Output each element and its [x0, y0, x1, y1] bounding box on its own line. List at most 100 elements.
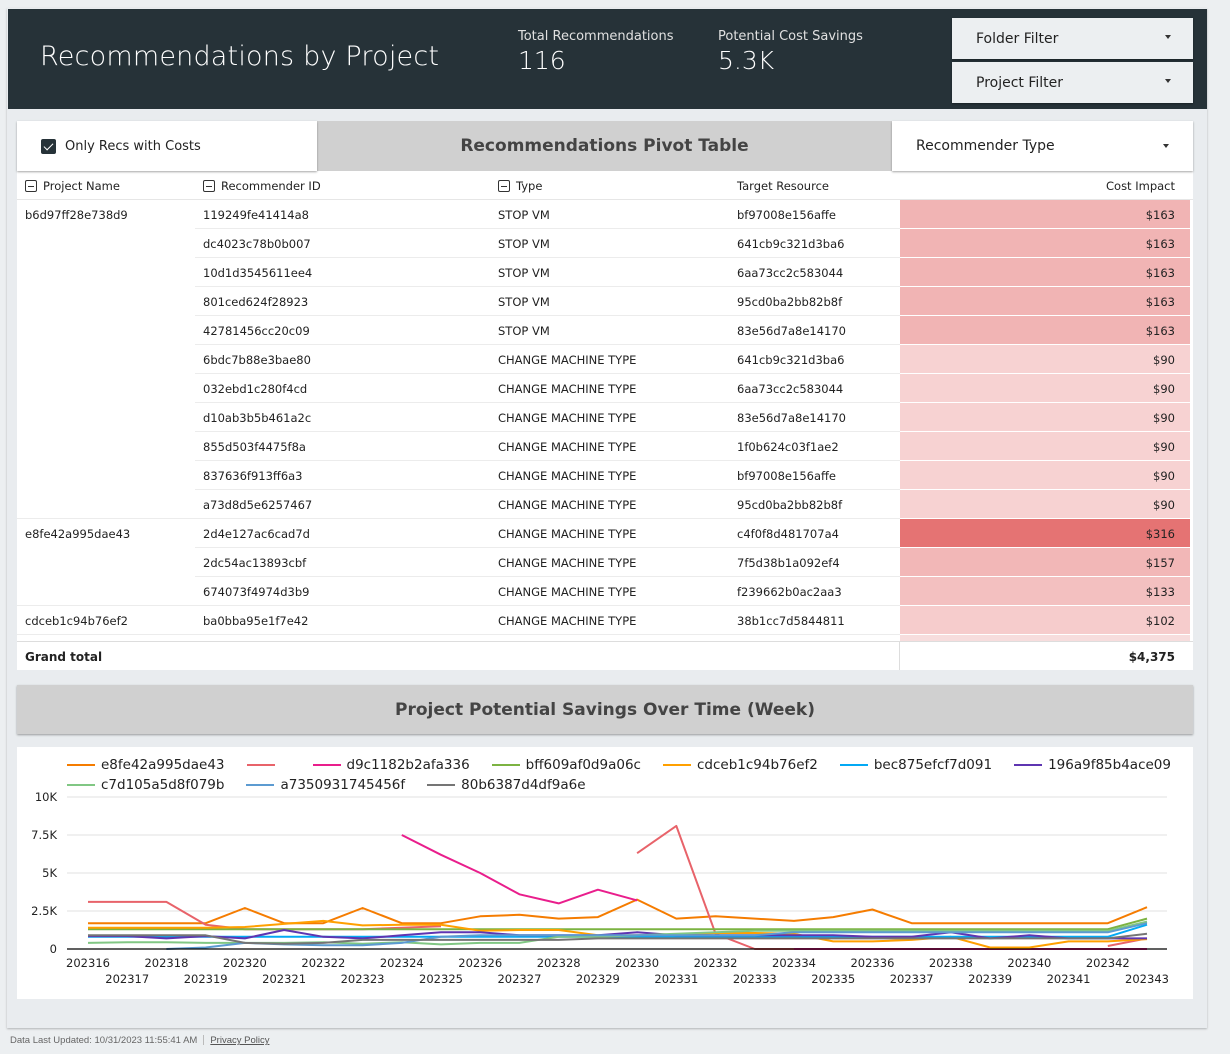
recommender-type-dropdown[interactable]: Recommender Type	[892, 121, 1193, 171]
column-label: Cost Impact	[1106, 179, 1175, 193]
target-resource-cell: 7f5d38b1a092ef4	[737, 556, 840, 570]
type-cell: CHANGE MACHINE TYPE	[498, 440, 637, 454]
pivot-table-panel: Only Recs with Costs Recommendations Piv…	[17, 121, 1193, 670]
only-recs-with-costs-checkbox[interactable]: Only Recs with Costs	[17, 121, 317, 171]
column-header-type[interactable]: Type	[498, 179, 542, 193]
table-row[interactable]: dc4023c78b0b007 STOP VM 641cb9c321d3ba6 $16…	[17, 229, 1193, 258]
y-tick-label: 2.5K	[31, 904, 57, 918]
checkbox-label: Only Recs with Costs	[65, 138, 201, 154]
y-tick-label: 7.5K	[31, 828, 57, 842]
table-row[interactable]: cdceb1c94b76ef2 ba0bba95e1f7e42 CHANGE MAC…	[17, 606, 1193, 635]
x-tick-label: 202327	[497, 972, 541, 986]
target-resource-cell: bf97008e156affe	[737, 469, 837, 483]
type-cell: CHANGE MACHINE TYPE	[498, 411, 637, 425]
table-row[interactable]: 6bdc7b88e3bae80 CHANGE MACHINE TYPE 641cb9…	[17, 345, 1193, 374]
column-header-cost-impact[interactable]: Cost Impact	[1106, 179, 1175, 193]
cost-impact-cell: $163	[900, 258, 1190, 286]
table-row[interactable]: 837636f913ff6a3 CHANGE MACHINE TYPE bf9700…	[17, 461, 1193, 490]
x-tick-label: 202336	[850, 956, 894, 970]
column-header-target-resource[interactable]: Target Resource	[737, 179, 829, 193]
caret-down-icon	[1165, 35, 1171, 39]
table-row[interactable]: 10d1d3545611ee4 STOP VM 6aa73cc2c583044 $16…	[17, 258, 1193, 287]
column-label: Project Name	[43, 179, 120, 193]
collapse-icon[interactable]	[203, 180, 215, 192]
chart-svg: 0 2.5K 5K 7.5K 10K 202316 202317 202318 202319 20…	[31, 790, 1169, 986]
kpi-label: Total Recommendations	[518, 29, 674, 44]
cost-impact-cell: $90	[900, 461, 1190, 489]
column-header-recommender-id[interactable]: Recommender ID	[203, 179, 321, 193]
recommender-id-cell: 032ebd1c280f4cd	[203, 382, 308, 396]
checkbox-checked-icon[interactable]	[41, 138, 56, 154]
x-tick-label: 202328	[537, 956, 581, 970]
pivot-toolbar: Only Recs with Costs Recommendations Piv…	[17, 121, 1193, 171]
collapse-icon[interactable]	[498, 180, 510, 192]
caret-down-icon	[1165, 79, 1171, 83]
table-row[interactable]: d10ab3b5b461a2c CHANGE MACHINE TYPE 83e56d…	[17, 403, 1193, 432]
table-row[interactable]: 2dc54ac13893cbf CHANGE MACHINE TYPE 7f5d38…	[17, 548, 1193, 577]
target-resource-cell: 6aa73cc2c583044	[737, 266, 844, 280]
x-tick-label: 202334	[772, 956, 816, 970]
y-tick-label: 0	[50, 942, 57, 956]
column-label: Recommender ID	[221, 179, 321, 193]
column-label: Type	[516, 179, 543, 193]
x-tick-label: 202335	[811, 972, 855, 986]
column-divider	[899, 642, 900, 670]
footer-divider	[203, 1035, 205, 1046]
x-tick-label: 202331	[654, 972, 698, 986]
cost-impact-cell: $316	[900, 519, 1190, 547]
project-name-cell: cdceb1c94b76ef2	[25, 614, 128, 628]
target-resource-cell: 95cd0ba2bb82b8f	[737, 498, 843, 512]
cost-impact-cell: $90	[900, 374, 1190, 402]
cost-impact-cell: $157	[900, 548, 1190, 576]
table-row[interactable]: 801ced624f28923 STOP VM 95cd0ba2bb82b8f $16…	[17, 287, 1193, 316]
table-row[interactable]: 855d503f4475f8a CHANGE MACHINE TYPE 1f0b62…	[17, 432, 1193, 461]
x-tick-label: 202318	[144, 956, 188, 970]
recommender-id-cell: a73d8d5e6257467	[203, 498, 313, 512]
recommender-id-cell: 119249fe41414a8	[203, 208, 309, 222]
x-tick-label: 202341	[1047, 972, 1091, 986]
x-tick-label: 202326	[458, 956, 502, 970]
recommender-id-cell: 42781456cc20c09	[203, 324, 310, 338]
table-row[interactable]: b6d97ff28e738d9 119249fe41414a8 STOP VM bf9…	[17, 200, 1193, 229]
x-tick-label: 202342	[1086, 956, 1130, 970]
row-divider	[17, 634, 900, 635]
cost-impact-cell: $163	[900, 287, 1190, 315]
table-header: Project Name Recommender ID Type Target …	[17, 171, 1193, 200]
recommender-id-cell: d10ab3b5b461a2c	[203, 411, 312, 425]
table-row[interactable]: a73d8d5e6257467 CHANGE MACHINE TYPE 95cd0b…	[17, 490, 1193, 519]
collapse-icon[interactable]	[25, 180, 37, 192]
project-name-cell: b6d97ff28e738d9	[25, 208, 128, 222]
cost-impact-cell: $90	[900, 345, 1190, 373]
series-line-d9c1182b2afa336	[401, 834, 638, 905]
folder-filter-label: Folder Filter	[976, 30, 1059, 47]
column-header-project-name[interactable]: Project Name	[25, 179, 120, 193]
folder-filter-dropdown[interactable]: Folder Filter	[952, 18, 1193, 59]
page-title: Recommendations by Project	[40, 41, 440, 72]
target-resource-cell: 641cb9c321d3ba6	[737, 237, 845, 251]
table-row[interactable]: 42781456cc20c09 STOP VM 83e56d7a8e14170 $16…	[17, 316, 1193, 345]
x-tick-label: 202324	[380, 956, 424, 970]
cost-impact-cell: $163	[900, 229, 1190, 257]
recommender-type-label: Recommender Type	[916, 138, 1055, 154]
table-row[interactable]: 032ebd1c280f4cd CHANGE MACHINE TYPE 6aa73c…	[17, 374, 1193, 403]
cost-impact-cell: $90	[900, 403, 1190, 431]
privacy-policy-link[interactable]: Privacy Policy	[210, 1035, 269, 1046]
table-row[interactable]: e8fe42a995dae43 2d4e127ac6cad7d CHANGE MAC…	[17, 519, 1193, 548]
cost-impact-cell: $133	[900, 577, 1190, 605]
recommender-id-cell: 10d1d3545611ee4	[203, 266, 313, 280]
type-cell: CHANGE MACHINE TYPE	[498, 527, 637, 541]
table-row[interactable]: 674073f4974d3b9 CHANGE MACHINE TYPE f23966…	[17, 577, 1193, 606]
x-tick-label: 202325	[419, 972, 463, 986]
project-filter-dropdown[interactable]: Project Filter	[952, 62, 1193, 103]
kpi-label: Potential Cost Savings	[718, 29, 863, 44]
grand-total-value: $4,375	[1128, 650, 1175, 664]
x-tick-label: 202333	[733, 972, 777, 986]
x-tick-label: 202330	[615, 956, 659, 970]
type-cell: STOP VM	[498, 295, 550, 309]
cost-impact-cell: $163	[900, 200, 1190, 228]
x-tick-label: 202338	[929, 956, 973, 970]
project-filter-label: Project Filter	[976, 74, 1064, 91]
recommender-id-cell: 2dc54ac13893cbf	[203, 556, 307, 570]
kpi-potential-cost-savings: Potential Cost Savings 5.3K	[718, 29, 863, 75]
data-last-updated: Data Last Updated: 10/31/2023 11:55:41 A…	[10, 1035, 198, 1046]
